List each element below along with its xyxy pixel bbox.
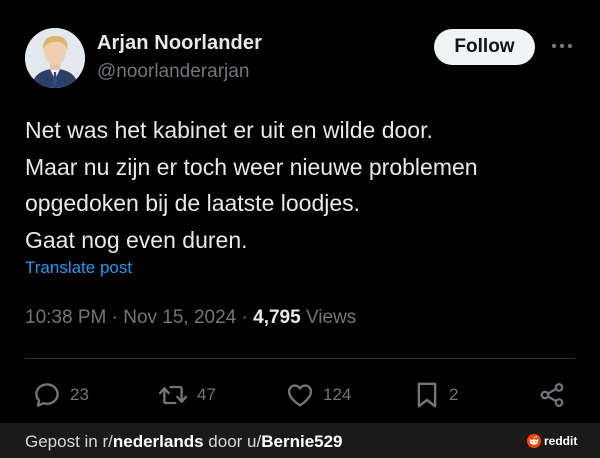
reddit-username[interactable]: Bernie529: [261, 432, 342, 451]
like-button[interactable]: 124: [285, 380, 351, 410]
bookmark-icon: [417, 382, 437, 408]
post-text: Net was het kabinet er uit en wilde door…: [25, 112, 585, 258]
reply-bubble-icon: [35, 383, 59, 407]
translate-post-link[interactable]: Translate post: [25, 258, 132, 278]
post-meta: 10:38 PM · Nov 15, 2024 · 4,795 Views: [25, 307, 356, 329]
views-count: 4,795: [253, 307, 301, 328]
reddit-alien-icon: [527, 434, 541, 448]
repost-button[interactable]: 47: [157, 380, 216, 410]
footer-prefix: Gepost in r/: [25, 432, 113, 451]
more-horizontal-icon[interactable]: [549, 36, 575, 56]
reply-count: 23: [70, 385, 89, 404]
share-icon: [540, 383, 564, 407]
post-time[interactable]: 10:38 PM: [25, 307, 106, 328]
post-text-line: Net was het kabinet er uit en wilde door…: [25, 117, 433, 143]
meta-separator: ·: [241, 307, 248, 328]
divider: [25, 358, 575, 359]
post-text-line: Gaat nog even duren.: [25, 226, 248, 253]
author-handle[interactable]: @noorlanderarjan: [97, 61, 249, 83]
author-display-name[interactable]: Arjan Noorlander: [97, 32, 262, 55]
post-text-line: Maar nu zijn er toch weer nieuwe problem…: [25, 153, 478, 180]
post-text-line: opgedoken bij de laatste loodjes.: [25, 190, 361, 216]
repost-icon: [158, 385, 188, 405]
meta-separator: ·: [111, 307, 118, 328]
post-date[interactable]: Nov 15, 2024: [123, 307, 236, 328]
footer-attribution: Gepost in r/nederlands door u/Bernie529: [25, 432, 343, 452]
reddit-wordmark: reddit: [544, 434, 578, 448]
avatar-photo: [25, 28, 85, 88]
repost-count: 47: [197, 385, 216, 404]
bookmark-button[interactable]: 2: [413, 380, 458, 410]
reddit-logo: reddit: [527, 434, 577, 448]
like-count: 124: [323, 385, 352, 404]
heart-icon: [287, 384, 313, 407]
views-label: Views: [305, 307, 357, 328]
reddit-footer: Gepost in r/nederlands door u/Bernie529 …: [0, 423, 600, 458]
share-button[interactable]: [538, 380, 566, 410]
post-card: Arjan Noorlander @noorlanderarjan Follow…: [0, 0, 600, 423]
reply-button[interactable]: 23: [32, 380, 89, 410]
subreddit-name[interactable]: nederlands: [113, 432, 204, 451]
footer-middle: door u/: [203, 432, 262, 451]
bookmark-count: 2: [449, 385, 459, 404]
follow-button[interactable]: Follow: [434, 29, 535, 65]
avatar[interactable]: [25, 28, 85, 88]
